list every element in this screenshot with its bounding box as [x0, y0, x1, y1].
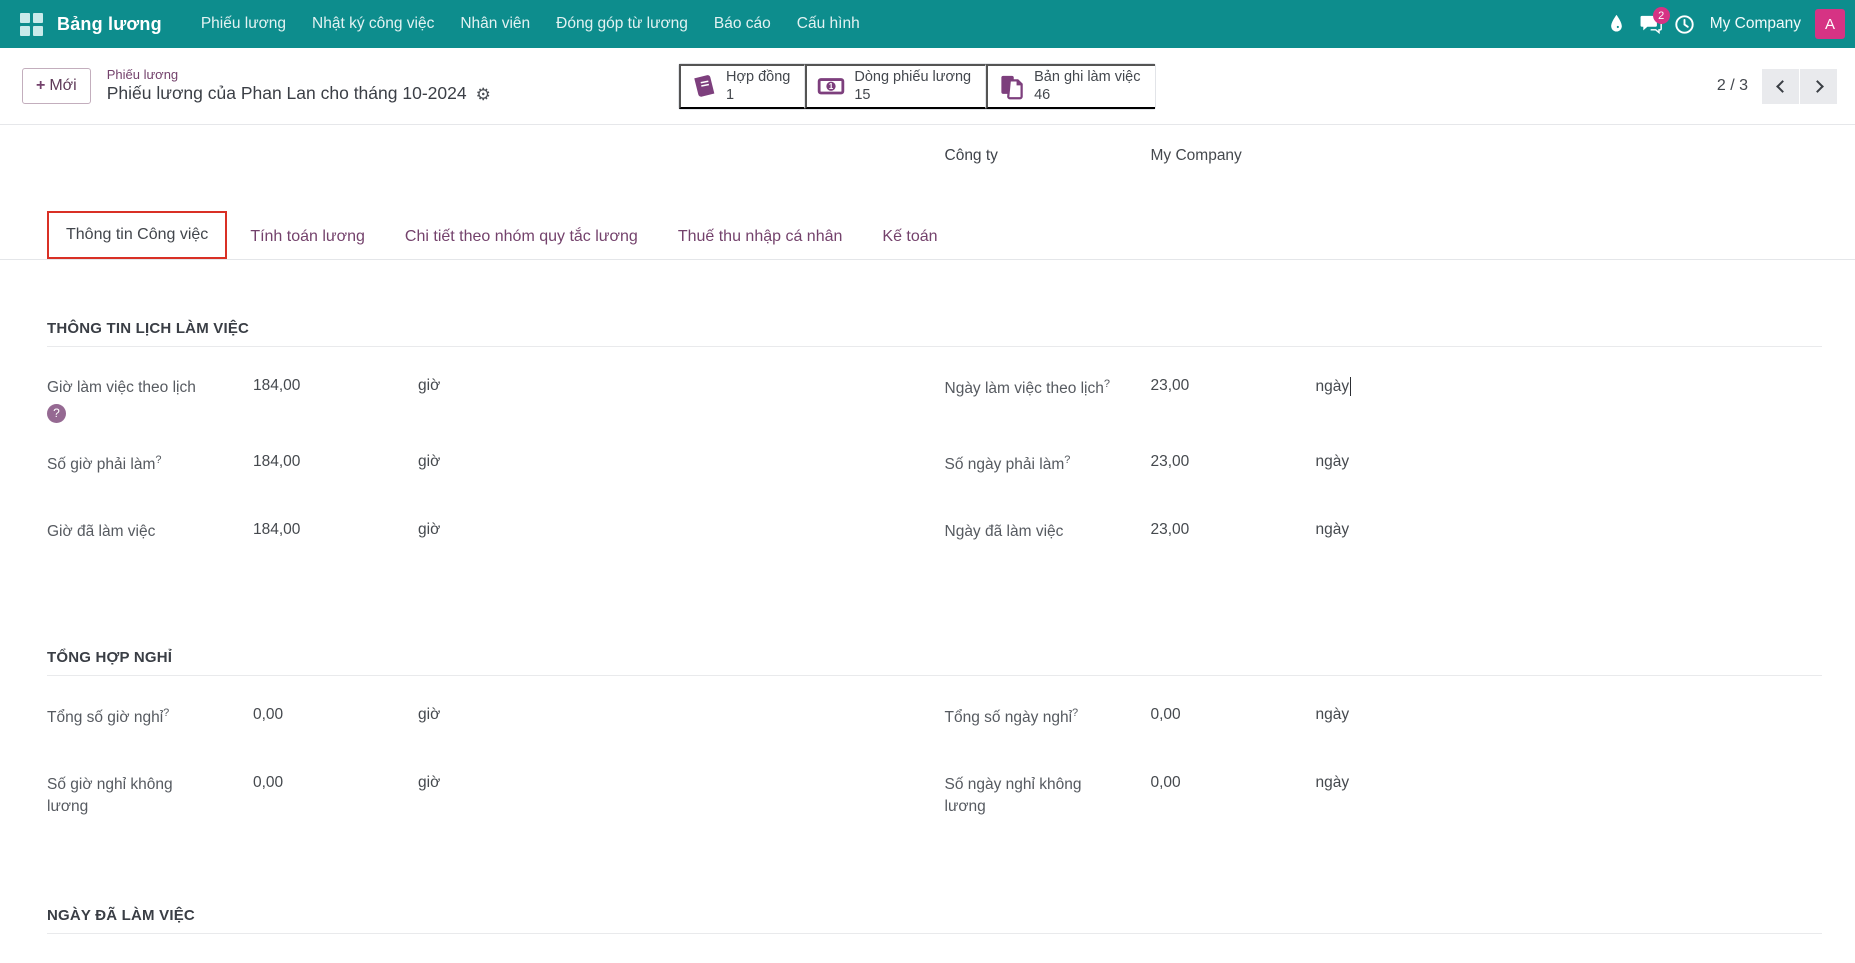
field-unit: ngày	[1316, 706, 1823, 724]
field-unit: ngày	[1316, 377, 1823, 396]
field-gio-lam-viec-theo-lich: Giờ làm việc theo lịch? 184,00 giờ	[47, 377, 925, 425]
notebook-tabs: Thông tin Công việc Tính toán lương Chi …	[0, 211, 1855, 260]
text-cursor	[1350, 377, 1351, 396]
company-field-value[interactable]: My Company	[1151, 147, 1823, 165]
field-so-ngay-phai-lam: Số ngày phải làm? 23,00 ngày	[945, 453, 1823, 493]
field-tong-so-gio-nghi: Tổng số giờ nghỉ? 0,00 giờ	[47, 706, 925, 746]
stat-button-group: Hợp đồng 1 1 Dòng phiếu lương 15 Bản ghi…	[678, 63, 1156, 110]
section-title-schedule: THÔNG TIN LỊCH LÀM VIỆC	[47, 320, 1822, 347]
payslip-form: Công ty My Company Thông tin Công việc T…	[0, 147, 1855, 963]
control-panel: +Mới Phiếu lương Phiếu lương của Phan La…	[0, 48, 1855, 125]
field-value[interactable]: 23,00	[1151, 521, 1316, 539]
droplet-icon[interactable]	[1600, 7, 1634, 41]
field-value[interactable]: 0,00	[253, 774, 418, 792]
field-so-gio-phai-lam: Số giờ phải làm? 184,00 giờ	[47, 453, 925, 493]
field-value[interactable]: 184,00	[253, 453, 418, 471]
field-value[interactable]: 0,00	[253, 706, 418, 724]
stat-value: 1	[726, 87, 734, 103]
banknote-icon: 1	[817, 73, 845, 99]
app-name[interactable]: Bảng lương	[57, 14, 162, 35]
field-so-gio-nghi-khong-luong: Số giờ nghỉ không lương 0,00 giờ	[47, 774, 925, 819]
tab-thong-tin-cong-viec[interactable]: Thông tin Công việc	[47, 211, 227, 259]
tab-chi-tiet-nhom-quy-tac[interactable]: Chi tiết theo nhóm quy tắc lương	[388, 215, 655, 259]
apps-menu-icon[interactable]	[20, 13, 43, 36]
field-unit: ngày	[1316, 453, 1823, 471]
stat-label: Hợp đồng	[726, 69, 790, 85]
field-unit: giờ	[418, 453, 925, 471]
field-value[interactable]: 0,00	[1151, 706, 1316, 724]
field-unit: ngày	[1316, 521, 1823, 539]
field-tong-so-ngay-nghi: Tổng số ngày nghỉ? 0,00 ngày	[945, 706, 1823, 746]
svg-text:1: 1	[829, 82, 834, 91]
field-ngay-lam-viec-theo-lich: Ngày làm việc theo lịch? 23,00 ngày	[945, 377, 1823, 425]
pager-previous-button[interactable]	[1762, 69, 1799, 104]
field-unit: giờ	[418, 706, 925, 724]
nav-item-dong-gop-tu-luong[interactable]: Đóng góp từ lương	[556, 15, 688, 33]
new-record-button[interactable]: +Mới	[22, 68, 91, 104]
stat-label: Bản ghi làm việc	[1034, 69, 1140, 85]
pager-next-button[interactable]	[1800, 69, 1837, 104]
field-value[interactable]: 184,00	[253, 377, 418, 395]
nav-item-cau-hinh[interactable]: Cấu hình	[797, 15, 860, 33]
section-title-worked-days: NGÀY ĐÃ LÀM VIỆC	[47, 907, 1822, 934]
tab-thue-tncn[interactable]: Thuế thu nhập cá nhân	[661, 215, 860, 259]
nav-item-phieu-luong[interactable]: Phiếu lương	[201, 15, 286, 33]
section-title-leaves: TỔNG HỢP NGHỈ	[47, 649, 1822, 676]
field-value[interactable]: 0,00	[1151, 774, 1316, 792]
top-navbar: Bảng lương Phiếu lương Nhật ký công việc…	[0, 0, 1855, 48]
pager-count: 2 / 3	[1717, 77, 1748, 95]
nav-item-nhan-vien[interactable]: Nhân viên	[460, 15, 530, 33]
field-value[interactable]: 23,00	[1151, 453, 1316, 471]
field-unit: giờ	[418, 774, 925, 792]
stat-label: Dòng phiếu lương	[854, 69, 971, 85]
field-value[interactable]: 184,00	[253, 521, 418, 539]
field-unit: giờ	[418, 521, 925, 539]
gear-icon[interactable]: ⚙	[476, 84, 491, 105]
stat-button-contracts[interactable]: Hợp đồng 1	[679, 64, 805, 109]
field-so-ngay-nghi-khong-luong: Số ngày nghỉ không lương 0,00 ngày	[945, 774, 1823, 819]
plus-icon: +	[36, 77, 45, 94]
documents-icon	[998, 73, 1025, 100]
chevron-left-icon	[1776, 80, 1789, 93]
help-badge-icon: ?	[47, 404, 66, 423]
tab-tinh-toan-luong[interactable]: Tính toán lương	[233, 215, 382, 259]
user-avatar[interactable]: A	[1815, 9, 1845, 39]
stat-button-payslip-lines[interactable]: 1 Dòng phiếu lương 15	[805, 64, 986, 109]
nav-item-bao-cao[interactable]: Báo cáo	[714, 15, 771, 33]
book-icon	[691, 73, 717, 99]
activity-clock-icon[interactable]	[1668, 7, 1702, 41]
field-gio-da-lam-viec: Giờ đã làm việc 184,00 giờ	[47, 521, 925, 561]
field-value[interactable]: 23,00	[1151, 377, 1316, 395]
field-unit: ngày	[1316, 774, 1823, 792]
page-title: Phiếu lương của Phan Lan cho tháng 10-20…	[107, 83, 467, 105]
field-ngay-da-lam-viec: Ngày đã làm việc 23,00 ngày	[945, 521, 1823, 561]
company-field-label: Công ty	[945, 147, 1151, 165]
field-unit: giờ	[418, 377, 925, 395]
chevron-right-icon	[1811, 80, 1824, 93]
stat-button-work-entries[interactable]: Bản ghi làm việc 46	[986, 64, 1154, 109]
company-switcher[interactable]: My Company	[1710, 15, 1801, 33]
stat-value: 46	[1034, 87, 1050, 103]
tab-ke-toan[interactable]: Kế toán	[865, 215, 954, 259]
stat-value: 15	[854, 87, 870, 103]
nav-item-nhat-ky-cong-viec[interactable]: Nhật ký công việc	[312, 15, 434, 33]
breadcrumb[interactable]: Phiếu lương	[107, 67, 491, 83]
messages-icon[interactable]: 2	[1634, 7, 1668, 41]
